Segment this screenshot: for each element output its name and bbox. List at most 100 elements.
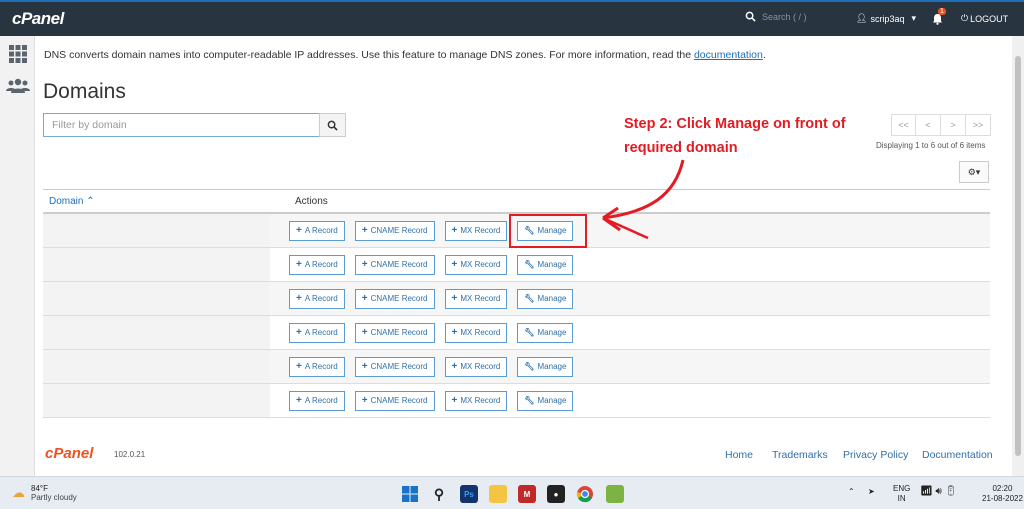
intro-suffix: . [762,49,766,61]
sort-up-icon: ⌃ [86,195,95,207]
filter-search-button[interactable] [319,113,346,137]
cpanel-logo[interactable]: cPanel [12,9,64,29]
cname-record-button[interactable]: + CNAME Record [354,356,435,377]
plus-icon: + [361,327,368,338]
action-label: A Record [304,328,338,337]
plus-icon: + [361,361,368,372]
logout-button[interactable]: ⏻ LOGOUT [961,13,1008,24]
domain-cell [43,384,270,417]
weather-temp: 84°F [31,484,48,493]
action-label: A Record [304,226,338,235]
mx-record-button[interactable]: + MX Record [444,288,508,309]
action-label: CNAME Record [370,396,428,405]
manage-button[interactable]: 🔧︎ Manage [517,322,574,343]
a-record-button[interactable]: + A Record [289,356,345,377]
mx-record-button[interactable]: + MX Record [444,254,508,275]
paint-icon[interactable] [606,485,624,503]
table-row: + A Record + CNAME Record + MX Record 🔧︎ Manage [43,282,990,316]
windows-start-icon[interactable] [401,485,419,503]
weather-widget[interactable]: ☁ 84°F Partly cloudy [12,484,77,502]
search-icon [745,11,756,22]
wrench-icon: 🔧︎ [524,294,535,303]
network-volume-icons[interactable]: 📶︎ 🔊︎ 🔋︎ [920,487,957,497]
plus-icon: + [451,395,458,406]
search-box[interactable]: Search ( / ) [745,11,807,22]
manage-button[interactable]: 🔧︎ Manage [517,254,574,275]
cname-record-button[interactable]: + CNAME Record [354,322,435,343]
prev-page-button[interactable]: < [916,114,941,136]
weather-desc: Partly cloudy [31,493,77,502]
obs-icon[interactable]: ● [547,485,565,503]
action-label: CNAME Record [370,226,428,235]
last-page-button[interactable]: >> [966,114,991,136]
intro-body: DNS converts domain names into computer-… [44,49,694,61]
filter-input[interactable]: Filter by domain [43,113,320,137]
apps-grid-icon[interactable] [8,44,28,64]
search-icon [327,120,338,131]
action-label: CNAME Record [370,328,428,337]
mx-record-button[interactable]: + MX Record [444,356,508,377]
page-scrollbar[interactable] [1012,36,1024,476]
settings-dropdown-button[interactable]: ⚙ ▾ [959,161,989,183]
a-record-button[interactable]: + A Record [289,254,345,275]
notifications-button[interactable]: 1 [932,8,946,30]
logout-icon: ⏻ [961,13,969,23]
table-row: + A Record + CNAME Record + MX Record 🔧︎ Manage [43,384,990,418]
a-record-button[interactable]: + A Record [289,322,345,343]
footer-logo[interactable]: cPanel [45,445,93,462]
search-icon[interactable]: ⚲ [430,485,448,503]
location-icon[interactable]: ➤ [868,487,875,497]
action-label: A Record [304,362,338,371]
windows-taskbar: ☁ 84°F Partly cloudy ⚲ Ps M ● ⌃ ➤ ENG IN… [0,476,1024,509]
chrome-icon[interactable] [576,485,594,503]
volume-icon: 🔊︎ [935,486,942,497]
a-record-button[interactable]: + A Record [289,288,345,309]
mx-record-button[interactable]: + MX Record [444,220,508,241]
main-content: DNS converts domain names into computer-… [35,36,1012,476]
next-page-button[interactable]: > [941,114,966,136]
manage-button[interactable]: 🔧︎ Manage [517,390,574,411]
partly-cloudy-icon: ☁ [12,485,25,500]
plus-icon: + [296,327,302,338]
table-row: + A Record + CNAME Record + MX Record 🔧︎ Manage [43,350,990,384]
plus-icon: + [451,361,458,372]
app-m-icon[interactable]: M [518,485,536,503]
tray-expand-icon[interactable]: ⌃ [848,487,855,497]
cname-record-button[interactable]: + CNAME Record [354,390,435,411]
a-record-button[interactable]: + A Record [289,220,345,241]
footer-link-trademarks[interactable]: Trademarks [772,449,828,461]
photoshop-icon[interactable]: Ps [460,485,478,503]
scrollbar-thumb[interactable] [1015,56,1021,456]
clock[interactable]: 02:20 21-08-2022 [982,484,1023,504]
action-label: Manage [537,294,567,303]
notification-badge: 1 [938,8,946,15]
mx-record-button[interactable]: + MX Record [444,322,508,343]
users-icon[interactable] [6,76,30,96]
first-page-button[interactable]: << [891,114,916,136]
user-icon: 👤︎ [856,13,868,23]
footer-link-documentation[interactable]: Documentation [922,449,993,461]
action-label: CNAME Record [370,362,428,371]
domain-cell [43,282,270,315]
plus-icon: + [296,361,302,372]
footer-link-privacy[interactable]: Privacy Policy [843,449,908,461]
footer-link-home[interactable]: Home [725,449,753,461]
language-indicator[interactable]: ENG IN [893,484,910,504]
user-menu[interactable]: 👤︎ scrip3aq ▾ [856,13,916,24]
mx-record-button[interactable]: + MX Record [444,390,508,411]
domain-column-header[interactable]: Domain ⌃ [43,196,295,207]
cname-record-button[interactable]: + CNAME Record [354,288,435,309]
logout-label: LOGOUT [970,13,1009,24]
plus-icon: + [361,259,368,270]
plus-icon: + [296,259,302,270]
manage-button[interactable]: 🔧︎ Manage [517,288,574,309]
documentation-link[interactable]: documentation [694,49,763,61]
cname-record-button[interactable]: + CNAME Record [354,220,435,241]
action-label: MX Record [460,396,501,405]
username: scrip3aq [870,13,905,24]
a-record-button[interactable]: + A Record [289,390,345,411]
file-explorer-icon[interactable] [489,485,507,503]
cname-record-button[interactable]: + CNAME Record [354,254,435,275]
manage-button[interactable]: 🔧︎ Manage [517,356,574,377]
action-label: A Record [304,294,338,303]
